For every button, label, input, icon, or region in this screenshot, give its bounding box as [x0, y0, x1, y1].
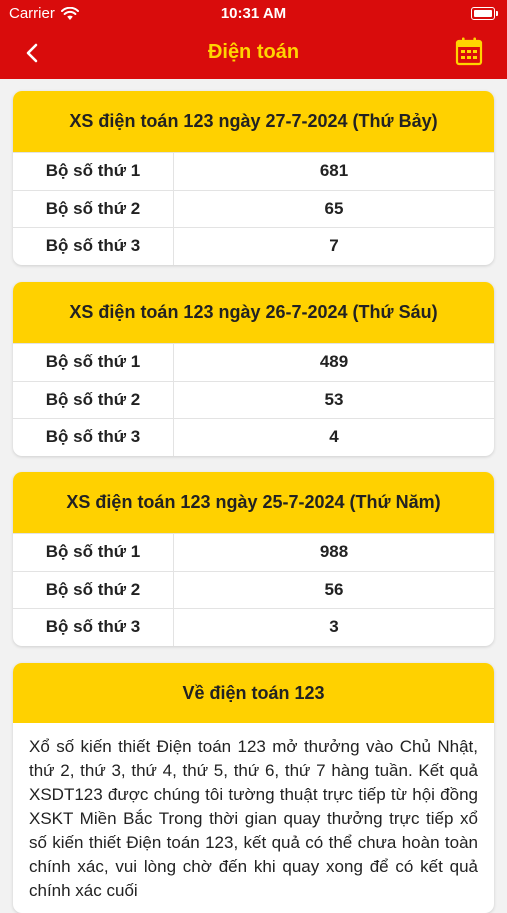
result-value: 4 — [329, 427, 339, 447]
calendar-icon — [455, 37, 483, 66]
result-value: 3 — [329, 617, 339, 637]
result-label: Bộ số thứ 2 — [13, 190, 174, 227]
result-card-title: XS điện toán 123 ngày 26-7-2024 (Thứ Sáu… — [13, 282, 494, 343]
result-row: Bộ số thứ 2 65 — [13, 189, 494, 227]
result-label: Bộ số thứ 3 — [13, 419, 174, 456]
result-card-title: XS điện toán 123 ngày 27-7-2024 (Thứ Bảy… — [13, 91, 494, 152]
result-label: Bộ số thứ 3 — [13, 228, 174, 265]
calendar-button[interactable] — [455, 36, 483, 66]
result-row: Bộ số thứ 1 681 — [13, 152, 494, 190]
result-label: Bộ số thứ 2 — [13, 381, 174, 418]
result-value: 56 — [324, 579, 344, 599]
result-value: 681 — [319, 161, 349, 181]
about-card: Về điện toán 123 Xổ số kiến thiết Điện t… — [13, 663, 494, 913]
page-title: Điện toán — [207, 41, 300, 63]
result-row: Bộ số thứ 1 988 — [13, 533, 494, 571]
about-title: Về điện toán 123 — [13, 663, 494, 723]
result-row: Bộ số thứ 3 4 — [13, 418, 494, 456]
app-header: Carrier 10:31 AM Điện toán — [0, 0, 507, 79]
result-label: Bộ số thứ 3 — [13, 609, 174, 646]
status-bar: Carrier 10:31 AM — [0, 0, 507, 28]
result-label: Bộ số thứ 1 — [13, 534, 174, 571]
result-label: Bộ số thứ 2 — [13, 571, 174, 608]
navbar: Điện toán — [0, 30, 507, 76]
result-value: 489 — [319, 352, 349, 372]
result-value: 53 — [324, 389, 344, 409]
status-time: 10:31 AM — [220, 5, 287, 22]
result-value: 65 — [324, 198, 344, 218]
result-value: 988 — [319, 542, 349, 562]
result-row: Bộ số thứ 2 56 — [13, 570, 494, 608]
result-card-title: XS điện toán 123 ngày 25-7-2024 (Thứ Năm… — [13, 472, 494, 533]
result-label: Bộ số thứ 1 — [13, 344, 174, 381]
result-row: Bộ số thứ 2 53 — [13, 380, 494, 418]
battery-icon — [471, 7, 498, 20]
about-text: Xổ số kiến thiết Điện toán 123 mở thưởng… — [29, 737, 478, 900]
result-card: XS điện toán 123 ngày 25-7-2024 (Thứ Năm… — [13, 472, 494, 646]
result-label: Bộ số thứ 1 — [13, 153, 174, 190]
result-card: XS điện toán 123 ngày 27-7-2024 (Thứ Bảy… — [13, 91, 494, 265]
result-card: XS điện toán 123 ngày 26-7-2024 (Thứ Sáu… — [13, 282, 494, 456]
result-row: Bộ số thứ 3 3 — [13, 608, 494, 646]
result-row: Bộ số thứ 1 489 — [13, 343, 494, 381]
result-value: 7 — [329, 236, 339, 256]
result-row: Bộ số thứ 3 7 — [13, 227, 494, 265]
